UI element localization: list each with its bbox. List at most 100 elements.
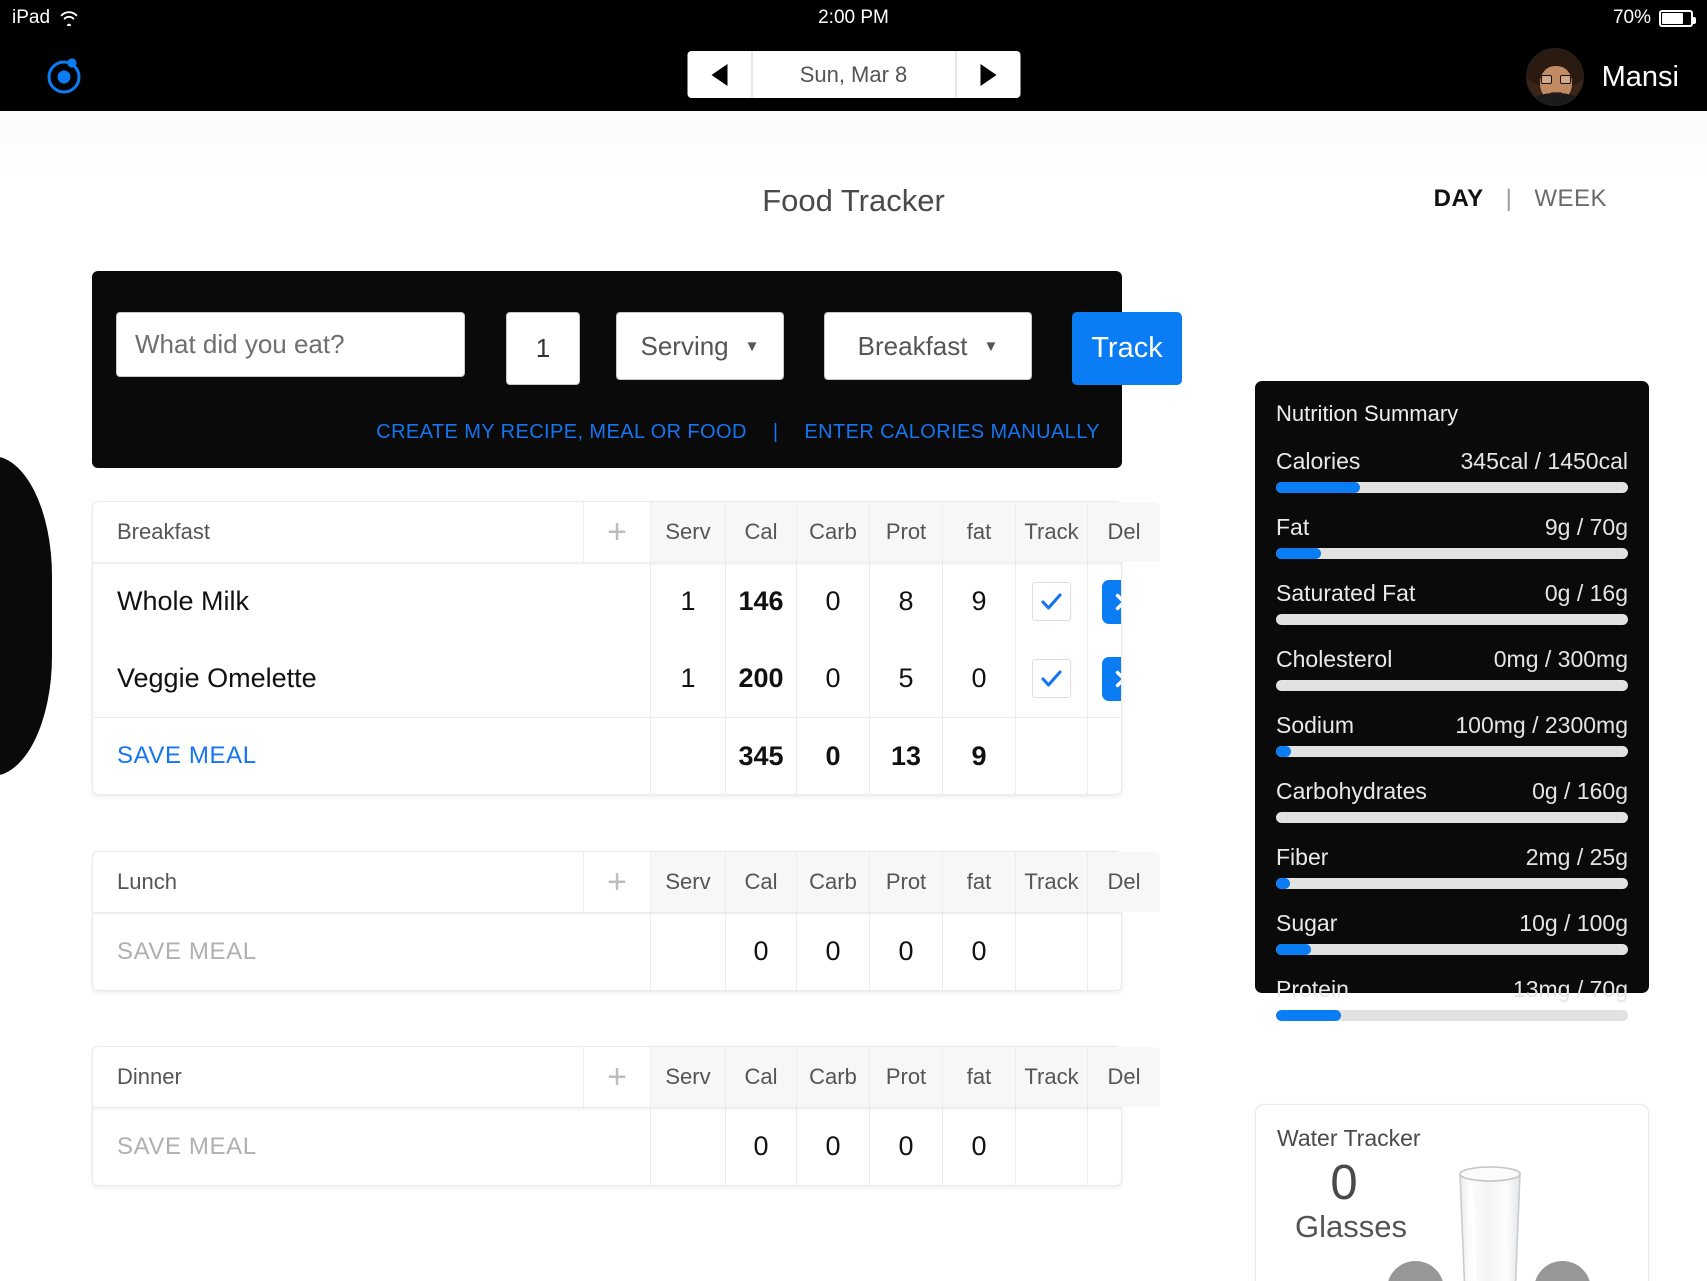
totals-serv (651, 718, 726, 794)
water-decrement-button[interactable]: – (1387, 1261, 1444, 1281)
totals-track (1016, 718, 1088, 794)
nutrition-item-value: 13mg / 70g (1512, 976, 1628, 1002)
food-name[interactable]: Whole Milk (93, 563, 583, 640)
totals-carb: 0 (797, 1108, 870, 1185)
plus-icon[interactable]: + (583, 502, 651, 562)
meal-table-body: Whole Milk 1 146 0 8 9 Veggie Omelette 1 200 0 5 0 S… (92, 563, 1122, 795)
save-meal-button[interactable]: SAVE MEAL (93, 1108, 583, 1185)
plus-icon[interactable]: + (583, 1047, 651, 1107)
save-meal-button[interactable]: SAVE MEAL (93, 913, 583, 990)
nutrition-item: Fiber 2mg / 25g (1276, 844, 1628, 889)
totals-fat: 0 (943, 913, 1016, 990)
water-increment-button[interactable]: + (1534, 1261, 1591, 1281)
nutrition-progress-bar (1276, 614, 1628, 625)
check-icon[interactable] (1032, 659, 1071, 698)
nutrition-item: Sugar 10g / 100g (1276, 910, 1628, 955)
table-row: Veggie Omelette 1 200 0 5 0 (93, 640, 1121, 717)
date-navigator: Sun, Mar 8 (687, 51, 1020, 98)
plus-icon[interactable]: + (583, 852, 651, 912)
ionic-logo-icon[interactable] (42, 53, 86, 97)
totals-del (1088, 913, 1121, 990)
nutrition-item: Protein 13mg / 70g (1276, 976, 1628, 1021)
nutrition-items-host: Calories 345cal / 1450cal Fat 9g / 70g Satur… (1276, 448, 1628, 1021)
nutrition-item-label: Fiber (1276, 844, 1329, 870)
totals-fat: 9 (943, 718, 1016, 794)
user-name: Mansi (1601, 60, 1679, 93)
cell-prot: 8 (870, 563, 943, 640)
nutrition-item-label: Fat (1276, 514, 1310, 540)
x-close-icon[interactable] (1102, 656, 1121, 701)
track-button[interactable]: Track (1072, 312, 1182, 385)
column-header-track: Track (1016, 852, 1088, 912)
column-header-serv: Serv (651, 502, 726, 562)
nutrition-progress-bar (1276, 680, 1628, 691)
meal-table-header: Lunch + Serv Cal Carb Prot fat Track Del (92, 851, 1160, 913)
battery-icon (1659, 9, 1696, 27)
totals-prot: 0 (870, 1108, 943, 1185)
tab-day[interactable]: DAY (1434, 185, 1484, 213)
nutrition-item-label: Sodium (1276, 712, 1354, 738)
cell-fat: 9 (943, 563, 1016, 640)
column-header-fat: fat (943, 852, 1016, 912)
side-drawer-handle[interactable] (0, 456, 52, 776)
cell-cal: 200 (726, 640, 797, 717)
triangle-right-icon (980, 63, 996, 86)
meal-type-select-value: Breakfast (857, 330, 968, 361)
totals-serv (651, 1108, 726, 1185)
cell-cal: 146 (726, 563, 797, 640)
check-icon[interactable] (1032, 582, 1071, 621)
totals-serv (651, 913, 726, 990)
panel-links: CREATE MY RECIPE, MEAL OR FOOD | ENTER C… (376, 421, 1100, 444)
serving-select[interactable]: Serving ▼ (616, 312, 784, 380)
view-separator: | (1505, 185, 1513, 212)
cell-fat: 0 (943, 640, 1016, 717)
cell-serv: 1 (651, 640, 726, 717)
nutrition-item-value: 2mg / 25g (1525, 844, 1628, 870)
nutrition-progress-bar (1276, 878, 1628, 889)
food-name[interactable]: Veggie Omelette (93, 640, 583, 717)
serving-select-value: Serving (640, 330, 729, 361)
cell-prot: 5 (870, 640, 943, 717)
status-time: 2:00 PM (818, 7, 889, 28)
meal-totals-row: SAVE MEAL 345 0 13 9 (93, 717, 1121, 794)
totals-track (1016, 913, 1088, 990)
current-date-label[interactable]: Sun, Mar 8 (751, 51, 956, 98)
totals-carb: 0 (797, 718, 870, 794)
enter-calories-link[interactable]: ENTER CALORIES MANUALLY (804, 421, 1100, 444)
save-meal-button[interactable]: SAVE MEAL (93, 718, 583, 794)
column-header-del: Del (1088, 852, 1160, 912)
nutrition-item-value: 100mg / 2300mg (1455, 712, 1628, 738)
nutrition-item: Cholesterol 0mg / 300mg (1276, 646, 1628, 691)
avatar[interactable] (1525, 48, 1584, 106)
nutrition-item-label: Calories (1276, 448, 1361, 474)
food-entry-panel: Serving ▼ Breakfast ▼ Track CREATE MY RE… (92, 271, 1182, 468)
column-header-serv: Serv (651, 852, 726, 912)
nutrition-summary-panel: Nutrition Summary Calories 345cal / 1450c… (1255, 381, 1649, 1021)
drinking-glass-icon (1452, 1164, 1528, 1281)
column-header-track: Track (1016, 502, 1088, 562)
cell-carb: 0 (797, 640, 870, 717)
delete-cell (1088, 640, 1121, 717)
quantity-input[interactable] (506, 312, 580, 385)
triangle-left-icon (711, 63, 727, 86)
meal-table: Lunch + Serv Cal Carb Prot fat Track Del SAVE MEA… (92, 851, 1160, 991)
tab-week[interactable]: WEEK (1534, 185, 1607, 213)
totals-cal: 0 (726, 913, 797, 990)
create-recipe-link[interactable]: CREATE MY RECIPE, MEAL OR FOOD (376, 421, 747, 444)
link-separator: | (772, 421, 779, 443)
cell-carb: 0 (797, 563, 870, 640)
totals-carb: 0 (797, 913, 870, 990)
meal-type-select[interactable]: Breakfast ▼ (824, 312, 1032, 380)
column-header-del: Del (1088, 502, 1160, 562)
next-day-button[interactable] (956, 51, 1020, 98)
prev-day-button[interactable] (687, 51, 751, 98)
x-close-icon[interactable] (1102, 579, 1121, 624)
column-header-track: Track (1016, 1047, 1088, 1107)
column-header-carb: Carb (797, 852, 870, 912)
nutrition-item-label: Protein (1276, 976, 1349, 1002)
page-content: Food Tracker DAY | WEEK Serving ▼ Breakf… (0, 111, 1707, 1281)
nutrition-item-value: 0g / 16g (1544, 580, 1628, 606)
user-menu[interactable]: Mansi (1525, 48, 1679, 106)
meal-table-header: Breakfast + Serv Cal Carb Prot fat Track Del (92, 501, 1160, 563)
search-input[interactable] (116, 312, 465, 377)
